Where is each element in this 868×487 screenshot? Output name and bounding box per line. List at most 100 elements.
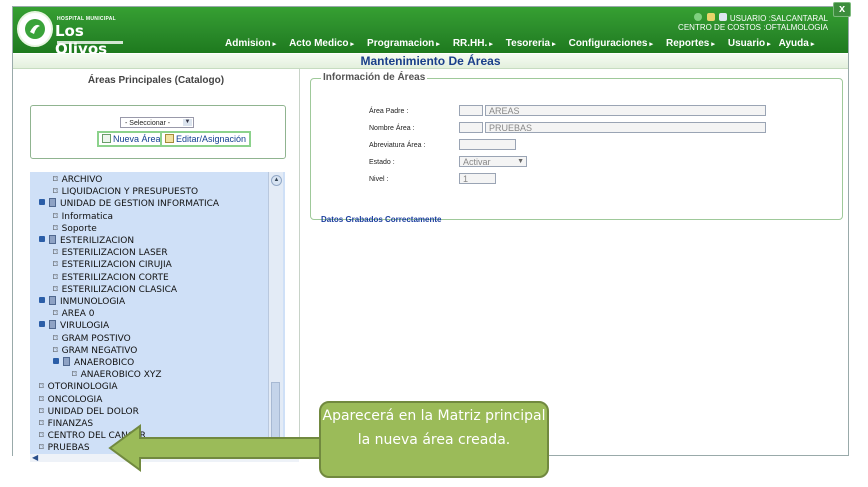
tree-leaf-node[interactable]: ⌑ OTORINOLOGIA — [39, 381, 118, 393]
success-message: Datos Grabados Correctamente — [321, 215, 442, 224]
collapse-toggle-icon[interactable] — [53, 358, 59, 364]
tree-leaf-node[interactable]: ⌑ GRAM NEGATIVO — [53, 345, 137, 357]
leaf-page-icon: ⌑ — [53, 333, 58, 344]
leaf-page-icon: ⌑ — [53, 175, 58, 185]
header-bar: HOSPITAL MUNICIPAL Los Olivos Admision ▸ … — [13, 7, 848, 58]
menu-tesoreria[interactable]: Tesoreria ▸ — [506, 38, 556, 49]
tree-scrollbar[interactable]: ▲ — [268, 172, 283, 454]
leaf-page-icon: ⌑ — [39, 419, 44, 429]
left-panel-title: Áreas Principales (Catalogo) — [87, 75, 225, 86]
leaf-page-icon: ⌑ — [53, 260, 58, 271]
tree-node-label: ANAEROBICO XYZ — [80, 370, 162, 381]
tree-leaf-node[interactable]: ⌑ AREA 0 — [53, 308, 94, 320]
folder-icon — [49, 235, 56, 244]
menu-programacion[interactable]: Programacion ▸ — [367, 38, 440, 49]
leaf-page-icon: ⌑ — [53, 248, 58, 259]
state-select[interactable]: Activar ▼ — [459, 156, 527, 167]
tree-leaf-node[interactable]: ⌑ ANAEROBICO XYZ — [72, 369, 162, 381]
logo-underline — [57, 41, 123, 44]
tree-folder-node[interactable]: UNIDAD DE GESTION INFORMATICA — [39, 198, 219, 210]
parent-area-code-field[interactable] — [459, 105, 483, 116]
close-button[interactable]: x — [833, 2, 851, 17]
folder-icon — [49, 198, 56, 208]
tree-node-label: Informatica — [61, 211, 113, 222]
collapse-toggle-icon[interactable] — [39, 321, 45, 328]
menu-configuraciones[interactable]: Configuraciones ▸ — [569, 38, 653, 49]
edit-assign-button[interactable]: Editar/Asignación — [160, 131, 252, 147]
chevron-down-icon[interactable]: ▼ — [517, 157, 524, 167]
tree-node-label: FINANZAS — [47, 419, 94, 429]
leaf-page-icon: ⌑ — [53, 309, 58, 320]
menu-reportes[interactable]: Reportes ▸ — [666, 38, 715, 49]
tree-node-label: GRAM POSTIVO — [61, 333, 131, 344]
tree-leaf-node[interactable]: ⌑ PRUEBAS — [39, 442, 90, 454]
tree-node-label: AREA 0 — [61, 309, 95, 320]
area-name-field[interactable]: PRUEBAS — [485, 122, 766, 133]
leaf-page-icon: ⌑ — [53, 223, 58, 234]
area-select[interactable]: - Seleccionar - ▼ — [120, 117, 194, 128]
area-name-code-field[interactable] — [459, 122, 483, 133]
leaf-page-icon: ⌑ — [39, 406, 44, 417]
menu-rrhh[interactable]: RR.HH. ▸ — [453, 38, 493, 49]
fieldset-legend: Información de Áreas — [321, 72, 428, 83]
state-label: Estado : — [369, 159, 395, 166]
area-name-label: Nombre Área : — [369, 125, 415, 132]
collapse-toggle-icon[interactable] — [39, 199, 45, 206]
logo-name: Los Olivos — [55, 22, 108, 58]
lock-icon[interactable] — [718, 13, 727, 21]
collapse-toggle-icon[interactable] — [39, 236, 45, 242]
tree-leaf-node[interactable]: ⌑ ESTERILIZACION LASER — [53, 247, 168, 259]
tree-leaf-node[interactable]: ⌑ ESTERILIZACION CORTE — [53, 272, 169, 284]
tree-folder-node[interactable]: ANAEROBICO — [53, 357, 134, 369]
leaf-page-icon: ⌑ — [53, 211, 58, 222]
tree-leaf-node[interactable]: ⌑ Informatica — [53, 211, 113, 223]
folder-icon — [63, 357, 70, 366]
refresh-icon[interactable] — [694, 13, 703, 21]
tree-leaf-node[interactable]: ⌑ FINANZAS — [39, 418, 93, 430]
folder-icon — [49, 296, 56, 305]
scroll-left-icon[interactable]: ◀ — [32, 454, 38, 462]
title-strip: Mantenimiento De Áreas — [13, 54, 848, 69]
tree-leaf-node[interactable]: ⌑ GRAM POSTIVO — [53, 333, 131, 345]
scroll-up-icon[interactable]: ▲ — [271, 175, 282, 186]
tree-folder-node[interactable]: VIRULOGIA — [39, 320, 109, 332]
chevron-down-icon[interactable]: ▼ — [183, 119, 192, 126]
menu-acto-medico[interactable]: Acto Medico ▸ — [289, 38, 354, 49]
leaf-page-icon: ⌑ — [53, 272, 58, 283]
user-info: USUARIO :SALCANTARAL CENTRO DE COSTOS :O… — [678, 13, 828, 32]
level-field[interactable]: 1 — [459, 173, 496, 184]
hospital-logo: HOSPITAL MUNICIPAL Los Olivos — [17, 11, 125, 58]
tree-leaf-node[interactable]: ⌑ ESTERILIZACION CIRUJIA — [53, 259, 172, 271]
leaf-page-icon: ⌑ — [53, 284, 58, 295]
tree-leaf-node[interactable]: ⌑ UNIDAD DEL DOLOR — [39, 406, 139, 418]
tree-node-label: ESTERILIZACION CLASICA — [61, 284, 178, 295]
menu-ayuda[interactable]: Ayuda ▸ — [779, 38, 815, 49]
tree-leaf-node[interactable]: ⌑ ESTERILIZACION CLASICA — [53, 284, 177, 296]
tree-node-label: VIRULOGIA — [60, 321, 110, 332]
tree-leaf-node[interactable]: ⌑ ONCOLOGIA — [39, 394, 102, 406]
tree-node-label: UNIDAD DEL DOLOR — [47, 406, 139, 417]
tree-leaf-node[interactable]: ⌑ Soporte — [53, 223, 97, 235]
add-page-icon — [102, 134, 111, 143]
leaf-page-icon: ⌑ — [53, 187, 58, 198]
parent-area-field[interactable]: AREAS — [485, 105, 766, 116]
tree-folder-node[interactable]: ESTERILIZACION — [39, 235, 134, 247]
callout-arrow — [108, 424, 322, 472]
new-area-button[interactable]: Nueva Área — [97, 131, 166, 147]
area-abbr-field[interactable] — [459, 139, 516, 150]
tree-node-label: GRAM NEGATIVO — [61, 345, 138, 356]
tree-folder-node[interactable]: INMUNOLOGIA — [39, 296, 125, 308]
tree-leaf-node[interactable]: ⌑ LIQUIDACION Y PRESUPUESTO — [53, 186, 198, 198]
area-tree[interactable]: ⌑ ARCHIVO ⌑ LIQUIDACION Y PRESUPUESTO UNIDAD… — [30, 172, 285, 454]
leaf-page-icon: ⌑ — [53, 345, 58, 356]
collapse-toggle-icon[interactable] — [39, 297, 45, 303]
menu-admision[interactable]: Admision ▸ — [225, 38, 276, 49]
menu-usuario[interactable]: Usuario ▸ — [728, 38, 771, 49]
tree-node-label: ANAEROBICO — [74, 358, 135, 368]
leaf-page-icon: ⌑ — [39, 431, 44, 442]
app-window: HOSPITAL MUNICIPAL Los Olivos Admision ▸ … — [12, 2, 851, 462]
leaf-page-icon: ⌑ — [39, 443, 44, 454]
area-abbr-label: Abreviatura Área : — [369, 142, 426, 149]
tree-leaf-node[interactable]: ⌑ ARCHIVO — [53, 174, 102, 186]
user-icon[interactable] — [706, 13, 715, 21]
